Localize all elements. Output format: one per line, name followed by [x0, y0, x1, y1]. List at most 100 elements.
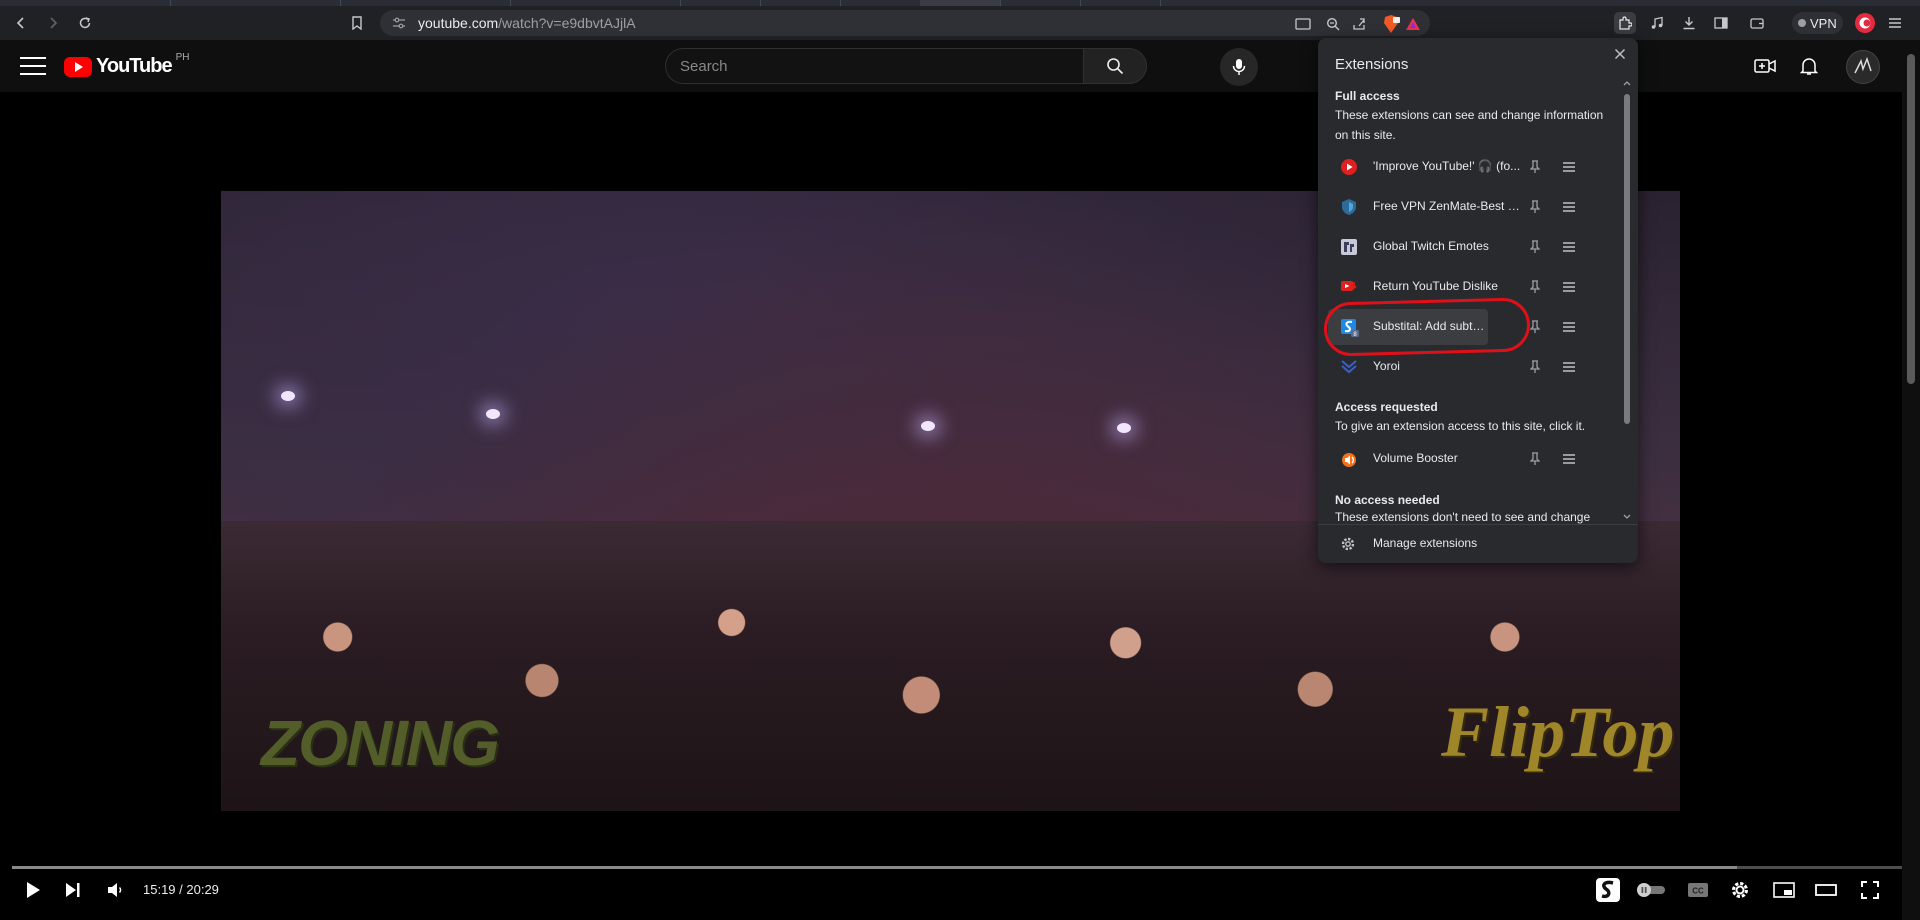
theater-mode-button[interactable] [1812, 876, 1840, 904]
youtube-logo-text: YouTube [96, 55, 173, 77]
manage-extensions-label: Manage extensions [1373, 536, 1478, 550]
extension-item-global-twitch-emotes[interactable]: Global Twitch Emotes [1328, 229, 1618, 265]
gear-icon [1732, 882, 1748, 898]
next-icon [66, 883, 80, 897]
search-button[interactable] [1083, 48, 1147, 84]
time-display: 15:19 / 20:29 [143, 882, 219, 897]
cast-icon[interactable] [1294, 15, 1312, 33]
return-dislike-icon [1340, 278, 1358, 296]
extensions-puzzle-icon[interactable] [1614, 12, 1636, 34]
play-button[interactable] [20, 876, 46, 904]
no-access-needed-title: No access needed [1335, 493, 1440, 507]
extension-item-substital[interactable]: 8 Substital: Add subtitles to... [1328, 309, 1488, 345]
extensions-panel: Extensions Full access These extensions … [1318, 38, 1638, 563]
twitch-emotes-icon [1340, 238, 1358, 256]
stage-light [921, 421, 935, 431]
substital-player-icon[interactable] [1594, 876, 1622, 904]
fullscreen-button[interactable] [1856, 876, 1884, 904]
extension-name: Volume Booster [1373, 451, 1458, 465]
settings-button[interactable] [1726, 876, 1754, 904]
brave-rewards-icon[interactable] [1404, 15, 1422, 33]
progress-bar[interactable] [12, 866, 1908, 869]
more-options-icon[interactable] [1559, 198, 1579, 216]
full-access-title: Full access [1335, 89, 1400, 103]
guide-menu-button[interactable] [20, 54, 46, 78]
extension-item-yoroi[interactable]: Yoroi [1328, 349, 1618, 385]
create-video-icon[interactable] [1752, 54, 1778, 78]
address-bar[interactable]: youtube.com/watch?v=e9dbvtAJjlA [380, 10, 1430, 36]
extensions-panel-scrollbar-thumb[interactable] [1624, 94, 1630, 424]
close-icon[interactable] [1610, 44, 1630, 64]
stage-light [1117, 423, 1131, 433]
more-options-icon[interactable] [1559, 318, 1579, 336]
media-music-icon[interactable] [1646, 12, 1668, 34]
progress-buffer [12, 866, 1738, 869]
fliptop-watermark: FlipTop [1441, 692, 1675, 772]
pin-icon[interactable] [1526, 358, 1544, 376]
gear-icon [1340, 536, 1356, 552]
improve-youtube-icon [1340, 158, 1358, 176]
extensions-panel-scrollbar[interactable] [1621, 78, 1633, 524]
browser-menu-icon[interactable] [1884, 12, 1906, 34]
more-options-icon[interactable] [1559, 158, 1579, 176]
pin-icon[interactable] [1526, 318, 1544, 336]
stage-light [281, 391, 295, 401]
mute-button[interactable] [102, 876, 128, 904]
brave-shields-icon[interactable] [1380, 15, 1402, 33]
pin-icon[interactable] [1526, 158, 1544, 176]
divider [1318, 524, 1638, 525]
menu-line [20, 73, 46, 75]
next-button[interactable] [60, 876, 86, 904]
share-icon[interactable] [1350, 15, 1368, 33]
vpn-status-icon [1798, 19, 1806, 27]
extension-name: Yoroi [1373, 359, 1400, 373]
search-input[interactable] [665, 48, 1083, 84]
more-options-icon[interactable] [1559, 238, 1579, 256]
profile-icon[interactable] [1854, 12, 1876, 34]
autoplay-toggle[interactable] [1634, 876, 1668, 904]
pin-icon[interactable] [1526, 278, 1544, 296]
full-access-description: These extensions can see and change info… [1335, 108, 1604, 142]
voice-search-button[interactable] [1220, 48, 1258, 86]
browser-toolbar: youtube.com/watch?v=e9dbvtAJjlA VPN [0, 6, 1920, 40]
yoroi-icon [1340, 358, 1358, 376]
scroll-down-icon [1623, 514, 1631, 519]
youtube-logo[interactable]: YouTube PH [64, 52, 189, 78]
pin-icon[interactable] [1526, 238, 1544, 256]
page-scrollbar[interactable] [1902, 40, 1920, 920]
zenmate-shield-icon [1340, 198, 1358, 216]
bookmark-icon[interactable] [346, 12, 368, 34]
more-options-icon[interactable] [1559, 450, 1579, 468]
more-options-icon[interactable] [1559, 278, 1579, 296]
sidebar-icon[interactable] [1710, 12, 1732, 34]
reload-icon[interactable] [74, 12, 96, 34]
extension-item-volume-booster[interactable]: Volume Booster [1328, 441, 1618, 477]
wallet-icon[interactable] [1746, 12, 1768, 34]
miniplayer-button[interactable] [1770, 876, 1798, 904]
extension-name: Free VPN ZenMate-Best V... [1373, 199, 1523, 213]
extension-item-improve-youtube[interactable]: 'Improve YouTube!' 🎧 (fo... [1328, 149, 1618, 185]
theater-mode-icon [1815, 884, 1837, 896]
zoom-icon[interactable] [1324, 15, 1342, 33]
extension-item-zenmate-vpn[interactable]: Free VPN ZenMate-Best V... [1328, 189, 1618, 225]
microphone-icon [1232, 59, 1246, 75]
svg-text:CC: CC [1692, 887, 1704, 896]
closed-captions-icon: CC [1688, 883, 1708, 897]
pin-icon[interactable] [1526, 198, 1544, 216]
back-icon[interactable] [10, 12, 32, 34]
pin-icon[interactable] [1526, 450, 1544, 468]
fullscreen-icon [1861, 881, 1879, 899]
downloads-icon[interactable] [1678, 12, 1700, 34]
vpn-button[interactable]: VPN [1792, 12, 1843, 34]
extension-item-return-youtube-dislike[interactable]: Return YouTube Dislike [1328, 269, 1618, 305]
page-scrollbar-thumb[interactable] [1907, 54, 1915, 384]
forward-icon[interactable] [42, 12, 64, 34]
site-settings-icon[interactable] [392, 17, 408, 29]
extensions-panel-title: Extensions [1335, 56, 1409, 73]
access-requested-description: To give an extension access to this site… [1335, 419, 1586, 433]
notifications-bell-icon[interactable] [1796, 54, 1822, 78]
subtitles-button[interactable]: CC [1684, 876, 1712, 904]
manage-extensions-button[interactable]: Manage extensions [1328, 528, 1618, 560]
account-avatar[interactable] [1846, 50, 1880, 84]
more-options-icon[interactable] [1559, 358, 1579, 376]
